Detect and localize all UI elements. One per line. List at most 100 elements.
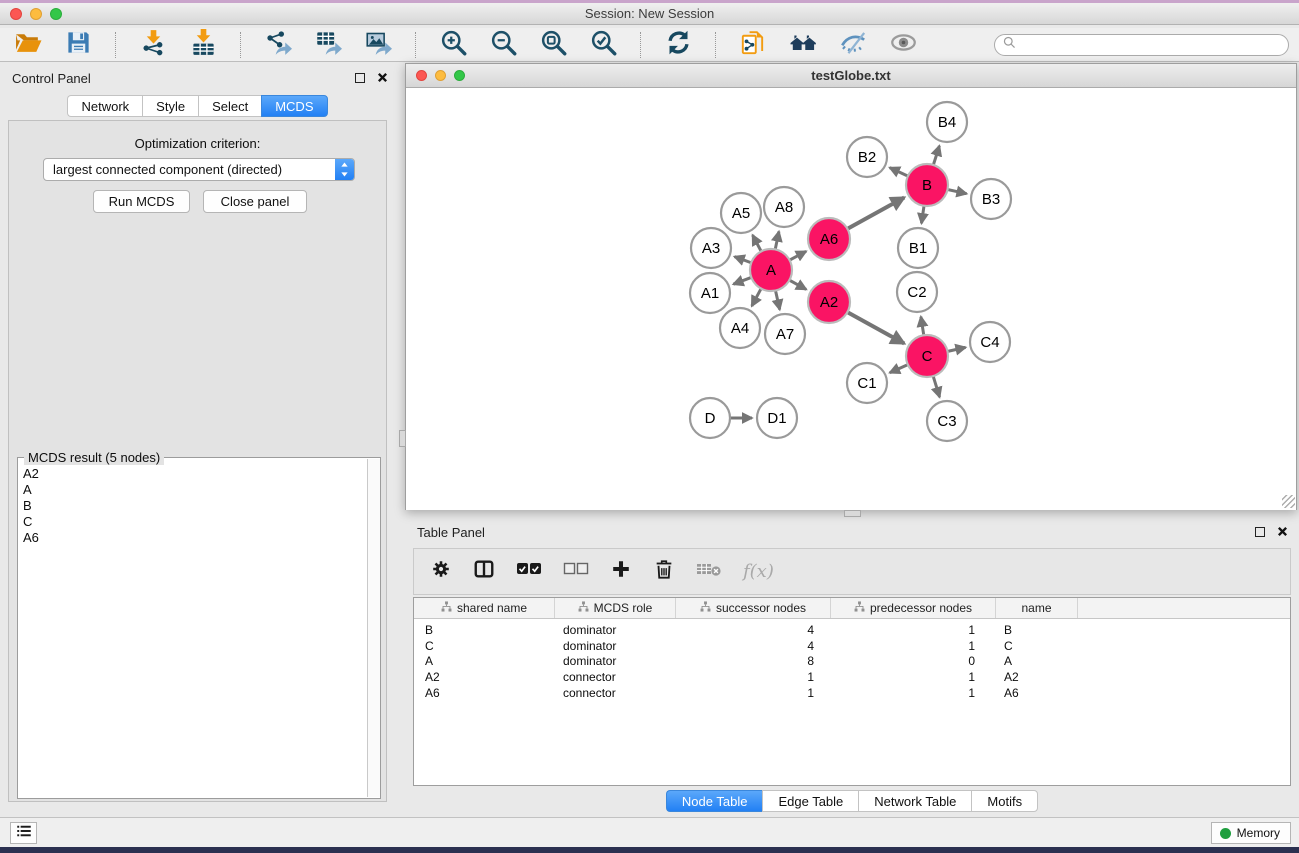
node-C[interactable]: C [906,335,948,377]
node-A2[interactable]: A2 [808,281,850,323]
table-cell[interactable]: 0 [831,654,996,668]
mcds-result-item[interactable]: C [21,514,364,530]
import-network-button[interactable] [135,31,171,59]
table-cell[interactable]: C [996,639,1078,653]
node-A6[interactable]: A6 [808,218,850,260]
optimization-criterion-select[interactable]: largest connected component (directed) [43,158,355,181]
table-cell[interactable]: B [414,623,555,637]
table-row[interactable]: A2connector11A2 [414,669,1290,685]
save-session-button[interactable] [60,31,96,59]
bottom-scroll-mark[interactable] [844,510,861,517]
node-B4[interactable]: B4 [927,102,967,142]
hide-selected-button[interactable] [835,31,871,59]
table-row[interactable]: Adominator80A [414,654,1290,670]
node-A3[interactable]: A3 [691,228,731,268]
table-panel-float-button[interactable] [1255,527,1265,537]
tab-network[interactable]: Network [67,95,142,117]
new-network-from-selection-button[interactable] [735,31,771,59]
search-input[interactable] [1020,36,1280,54]
table-cell[interactable]: 4 [676,639,831,653]
export-network-button[interactable] [260,31,296,59]
column-header-MCDS-role[interactable]: MCDS role [555,598,676,618]
node-B1[interactable]: B1 [898,228,938,268]
table-tab-node-table[interactable]: Node Table [666,790,763,812]
table-cell[interactable]: dominator [555,654,676,668]
node-A1[interactable]: A1 [690,273,730,313]
table-cell[interactable]: 8 [676,654,831,668]
node-B3[interactable]: B3 [971,179,1011,219]
tab-select[interactable]: Select [198,95,261,117]
node-A[interactable]: A [750,249,792,291]
table-cell[interactable]: 1 [831,686,996,700]
export-image-button[interactable] [360,31,396,59]
table-cell[interactable]: 1 [831,639,996,653]
table-cell[interactable]: connector [555,670,676,684]
node-A7[interactable]: A7 [765,314,805,354]
network-minimize-traffic-light[interactable] [435,70,446,81]
column-header-name[interactable]: name [996,598,1078,618]
show-columns-button[interactable] [473,559,495,585]
task-history-button[interactable] [10,822,37,844]
node-A4[interactable]: A4 [720,308,760,348]
table-panel-close-button[interactable] [1277,526,1288,537]
open-session-button[interactable] [10,31,46,59]
zoom-fit-button[interactable] [535,31,571,59]
node-C1[interactable]: C1 [847,363,887,403]
node-B[interactable]: B [906,164,948,206]
node-B2[interactable]: B2 [847,137,887,177]
import-table-button[interactable] [185,31,221,59]
mcds-result-item[interactable]: A [21,482,364,498]
table-tab-edge-table[interactable]: Edge Table [762,790,858,812]
table-settings-button[interactable] [430,559,452,585]
node-A8[interactable]: A8 [764,187,804,227]
maximize-traffic-light[interactable] [50,8,62,20]
table-cell[interactable]: C [414,639,555,653]
table-cell[interactable]: A6 [996,686,1078,700]
tab-mcds[interactable]: MCDS [261,95,327,117]
mcds-result-item[interactable]: B [21,498,364,514]
refresh-view-button[interactable] [660,31,696,59]
table-cell[interactable]: connector [555,686,676,700]
node-D[interactable]: D [690,398,730,438]
delete-row-button[interactable] [653,559,675,585]
close-traffic-light[interactable] [10,8,22,20]
table-cell[interactable]: A2 [414,670,555,684]
export-table-button[interactable] [310,31,346,59]
table-cell[interactable]: 1 [831,670,996,684]
result-scrollbar[interactable] [367,459,380,797]
table-cell[interactable]: A2 [996,670,1078,684]
memory-button[interactable]: Memory [1211,822,1291,844]
table-row[interactable]: Bdominator41B [414,622,1290,638]
control-panel-float-button[interactable] [355,73,365,83]
left-scroll-mark[interactable] [399,430,406,447]
column-header-predecessor-nodes[interactable]: predecessor nodes [831,598,996,618]
column-header-shared-name[interactable]: shared name [414,598,555,618]
minimize-traffic-light[interactable] [30,8,42,20]
clear-checks-button[interactable] [563,559,589,585]
mcds-result-item[interactable]: A6 [21,530,364,546]
table-cell[interactable]: A [996,654,1078,668]
table-cell[interactable]: A [414,654,555,668]
table-cell[interactable]: dominator [555,639,676,653]
network-close-traffic-light[interactable] [416,70,427,81]
table-row[interactable]: Cdominator41C [414,638,1290,654]
table-cell[interactable]: A6 [414,686,555,700]
search-box[interactable] [994,34,1289,56]
run-mcds-button[interactable]: Run MCDS [93,190,190,213]
show-all-button[interactable] [885,31,921,59]
window-titlebar[interactable]: Session: New Session [0,0,1299,25]
node-C4[interactable]: C4 [970,322,1010,362]
table-cell[interactable]: 1 [676,686,831,700]
node-A5[interactable]: A5 [721,193,761,233]
network-window-titlebar[interactable]: testGlobe.txt [406,64,1296,88]
table-tab-motifs[interactable]: Motifs [971,790,1038,812]
zoom-selected-button[interactable] [585,31,621,59]
table-cell[interactable]: B [996,623,1078,637]
table-cell[interactable]: 1 [831,623,996,637]
node-C2[interactable]: C2 [897,272,937,312]
select-all-checks-button[interactable] [516,559,542,585]
control-panel-close-button[interactable] [377,72,388,83]
node-C3[interactable]: C3 [927,401,967,441]
network-maximize-traffic-light[interactable] [454,70,465,81]
resize-grip[interactable] [1282,495,1295,508]
